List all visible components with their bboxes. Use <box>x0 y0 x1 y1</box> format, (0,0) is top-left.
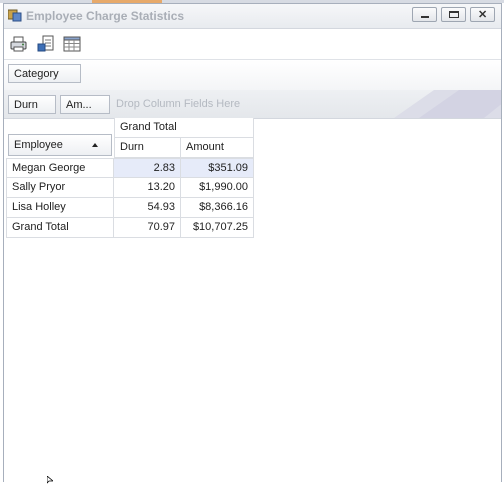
mouse-cursor-icon <box>47 476 53 484</box>
pivot-grid: Employee Grand Total Durn Amount Megan G… <box>6 118 254 238</box>
row-header-employee[interactable]: Megan George <box>6 158 114 178</box>
row-field-label: Employee <box>14 139 63 151</box>
title-bar[interactable]: Employee Charge Statistics ✕ <box>4 4 501 29</box>
drop-column-hint: Drop Column Fields Here <box>116 98 241 110</box>
sort-ascending-icon[interactable] <box>92 143 98 147</box>
maximize-button[interactable] <box>441 7 466 22</box>
row-field-employee[interactable]: Employee <box>8 134 112 156</box>
column-header-amount[interactable]: Amount <box>181 138 254 158</box>
maximize-icon <box>449 11 459 18</box>
grand-total-amount[interactable]: $10,707.25 <box>181 218 254 238</box>
cell-amount[interactable]: $8,366.16 <box>181 198 254 218</box>
grand-total-durn[interactable]: 70.97 <box>114 218 181 238</box>
filter-area: Category <box>4 60 501 91</box>
row-grand-total-label[interactable]: Grand Total <box>6 218 114 238</box>
window-title: Employee Charge Statistics <box>26 9 185 23</box>
cell-amount[interactable]: $1,990.00 <box>181 178 254 198</box>
cell-amount[interactable]: $351.09 <box>181 158 254 178</box>
cell-durn[interactable]: 2.83 <box>114 158 181 178</box>
field-list-icon[interactable] <box>62 34 82 54</box>
cell-durn[interactable]: 54.93 <box>114 198 181 218</box>
row-header-employee[interactable]: Lisa Holley <box>6 198 114 218</box>
row-header-employee[interactable]: Sally Pryor <box>6 178 114 198</box>
header-decoration <box>394 90 501 118</box>
pivot-window: Employee Charge Statistics ✕ Category Du… <box>3 3 502 482</box>
app-icon <box>8 9 22 22</box>
column-area: Durn Am... Drop Column Fields Here <box>4 90 501 119</box>
data-field-durn[interactable]: Durn <box>8 95 56 114</box>
cell-durn[interactable]: 13.20 <box>114 178 181 198</box>
close-icon: ✕ <box>478 9 488 21</box>
filter-field-category[interactable]: Category <box>8 64 81 83</box>
export-icon[interactable] <box>36 34 56 54</box>
printer-icon[interactable] <box>9 34 29 54</box>
toolbar <box>4 29 501 60</box>
minimize-icon <box>421 16 429 18</box>
data-field-amount[interactable]: Am... <box>60 95 110 114</box>
column-grand-total-header[interactable]: Grand Total <box>114 118 254 138</box>
close-button[interactable]: ✕ <box>470 7 495 22</box>
column-header-durn[interactable]: Durn <box>114 138 181 158</box>
minimize-button[interactable] <box>412 7 437 22</box>
